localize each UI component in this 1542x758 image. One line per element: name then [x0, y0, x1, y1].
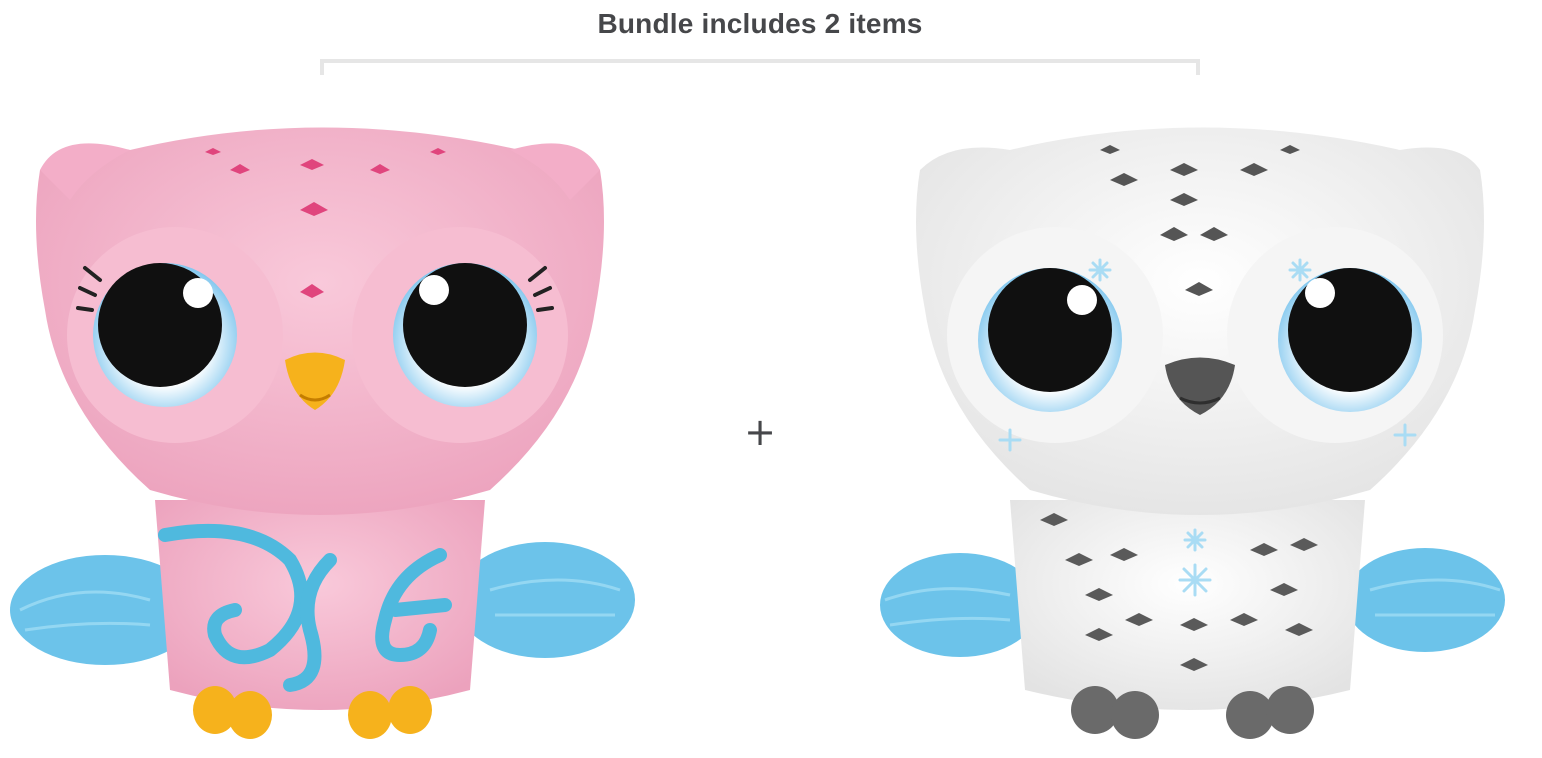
plus-separator: +: [744, 410, 776, 454]
bundle-bracket: [320, 59, 1200, 75]
owl-toy-pink-icon: [10, 127, 635, 739]
bundle-title: Bundle includes 2 items: [597, 8, 923, 39]
product-image-pink-owl[interactable]: [0, 110, 640, 758]
product-image-white-owl[interactable]: [870, 110, 1510, 758]
owl-toy-white-icon: [880, 127, 1505, 739]
